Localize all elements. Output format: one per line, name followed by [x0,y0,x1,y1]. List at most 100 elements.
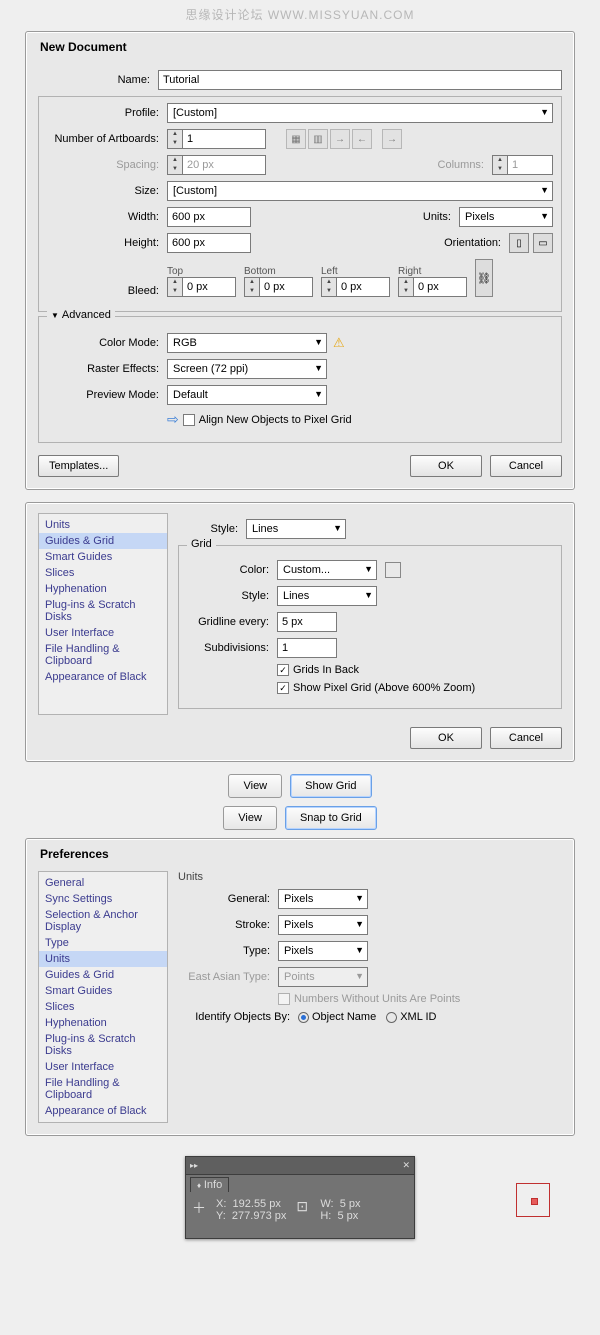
raster-dropdown[interactable]: Screen (72 ppi)▼ [167,359,327,379]
sidebar-item[interactable]: Smart Guides [39,983,167,999]
sidebar-item[interactable]: Appearance of Black [39,1103,167,1119]
general-units-label: General: [178,893,278,905]
sidebar-item[interactable]: File Handling & Clipboard [39,641,167,669]
advanced-legend[interactable]: ▼Advanced [47,309,115,321]
sidebar-item[interactable]: Plug-ins & Scratch Disks [39,1031,167,1059]
gridline-every-input[interactable] [277,612,337,632]
object-name-label: Object Name [312,1011,376,1023]
x-value: 192.55 px [233,1198,281,1210]
chevron-down-icon: ▼ [355,919,364,929]
show-grid-button[interactable]: Show Grid [290,774,371,798]
grid-color-dropdown[interactable]: Custom...▼ [277,560,377,580]
snap-to-grid-button[interactable]: Snap to Grid [285,806,377,830]
width-input[interactable] [167,207,251,227]
link-bleed-icon[interactable]: ⛓ [475,259,493,297]
sidebar-item[interactable]: Hyphenation [39,1015,167,1031]
subdiv-input[interactable] [277,638,337,658]
warning-icon: ⚠ [333,335,345,351]
info-tab[interactable]: ♦ Info [190,1177,229,1192]
stroke-units-dropdown[interactable]: Pixels▼ [278,915,368,935]
sidebar-item[interactable]: Guides & Grid [39,533,167,549]
preview-label: Preview Mode: [47,389,167,401]
close-icon[interactable]: ✕ [402,1160,410,1171]
bleed-top[interactable]: ▲▼ [167,277,236,297]
chevron-down-icon: ▼ [355,971,364,981]
no-units-label: Numbers Without Units Are Points [294,993,460,1005]
guides-style-dropdown[interactable]: Lines▼ [246,519,346,539]
show-pixel-grid-label: Show Pixel Grid (Above 600% Zoom) [293,682,475,694]
grid-by-row-icon: ▦ [286,129,306,149]
units-dropdown[interactable]: Pixels▼ [459,207,553,227]
color-mode-label: Color Mode: [47,337,167,349]
arrow-right-icon: ⇨ [167,411,179,428]
dialog-title: New Document [38,32,562,64]
view-menu-button[interactable]: View [228,774,282,798]
chevron-down-icon: ▼ [540,185,549,195]
ok-button[interactable]: OK [410,455,482,477]
chevron-down-icon: ▼ [540,211,549,221]
bleed-bottom[interactable]: ▲▼ [244,277,313,297]
sidebar-item[interactable]: Slices [39,565,167,581]
templates-button[interactable]: Templates... [38,455,119,477]
name-input[interactable] [158,70,562,90]
columns-label: Columns: [432,159,492,171]
landscape-icon[interactable]: ▭ [533,233,553,253]
object-name-radio[interactable] [298,1012,309,1023]
artboards-label: Number of Artboards: [47,133,167,145]
align-pixel-grid-checkbox[interactable] [183,414,195,426]
bleed-right[interactable]: ▲▼ [398,277,467,297]
show-pixel-grid-checkbox[interactable]: ✓ [277,682,289,694]
sidebar-item[interactable]: Type [39,935,167,951]
east-asian-label: East Asian Type: [178,971,278,983]
watermark-text: 思缘设计论坛 WWW.MISSYUAN.COM [0,6,600,23]
width-label: Width: [47,211,167,223]
sidebar-item[interactable]: File Handling & Clipboard [39,1075,167,1103]
sidebar-item[interactable]: Smart Guides [39,549,167,565]
sidebar-item[interactable]: User Interface [39,1059,167,1075]
spacing-label: Spacing: [47,159,167,171]
preview-dropdown[interactable]: Default▼ [167,385,327,405]
sidebar-item[interactable]: Selection & Anchor Display [39,907,167,935]
chevron-down-icon: ▼ [314,389,323,399]
row-rtl-icon: ← [352,129,372,149]
preferences-dialog-grid: UnitsGuides & GridSmart GuidesSlicesHyph… [25,502,575,762]
grid-style-dropdown[interactable]: Lines▼ [277,586,377,606]
artboards-stepper[interactable]: ▲▼ [167,129,266,149]
sidebar-item[interactable]: Units [39,517,167,533]
sidebar-item[interactable]: Slices [39,999,167,1015]
view-menu-button[interactable]: View [223,806,277,830]
sidebar-item[interactable]: Guides & Grid [39,967,167,983]
height-input[interactable] [167,233,251,253]
sidebar-item[interactable]: Appearance of Black [39,669,167,685]
ok-button[interactable]: OK [410,727,482,749]
grid-color-swatch[interactable] [385,562,401,578]
prefs-sidebar: UnitsGuides & GridSmart GuidesSlicesHyph… [38,513,168,715]
grids-back-checkbox[interactable]: ✓ [277,664,289,676]
profile-dropdown[interactable]: [Custom]▼ [167,103,553,123]
panel-menu-icon[interactable]: ▸▸ [190,1161,198,1170]
x-label: X: [216,1198,226,1210]
cancel-button[interactable]: Cancel [490,727,562,749]
type-units-dropdown[interactable]: Pixels▼ [278,941,368,961]
chevron-down-icon: ▼ [355,893,364,903]
identify-label: Identify Objects By: [178,1011,298,1023]
gridline-every-label: Gridline every: [187,616,277,628]
bleed-left[interactable]: ▲▼ [321,277,390,297]
sidebar-item[interactable]: Units [39,951,167,967]
size-dropdown[interactable]: [Custom]▼ [167,181,553,201]
h-label: H: [320,1210,331,1222]
xml-id-radio[interactable] [386,1012,397,1023]
grid-by-col-icon: ▥ [308,129,328,149]
chevron-down-icon: ▼ [540,107,549,117]
crosshair-icon: ＋ [192,1198,206,1222]
sidebar-item[interactable]: Sync Settings [39,891,167,907]
row-ltr-icon: → [330,129,350,149]
color-mode-dropdown[interactable]: RGB▼ [167,333,327,353]
sidebar-item[interactable]: Plug-ins & Scratch Disks [39,597,167,625]
sidebar-item[interactable]: General [39,875,167,891]
sidebar-item[interactable]: Hyphenation [39,581,167,597]
cancel-button[interactable]: Cancel [490,455,562,477]
sidebar-item[interactable]: User Interface [39,625,167,641]
general-units-dropdown[interactable]: Pixels▼ [278,889,368,909]
portrait-icon[interactable]: ▯ [509,233,529,253]
